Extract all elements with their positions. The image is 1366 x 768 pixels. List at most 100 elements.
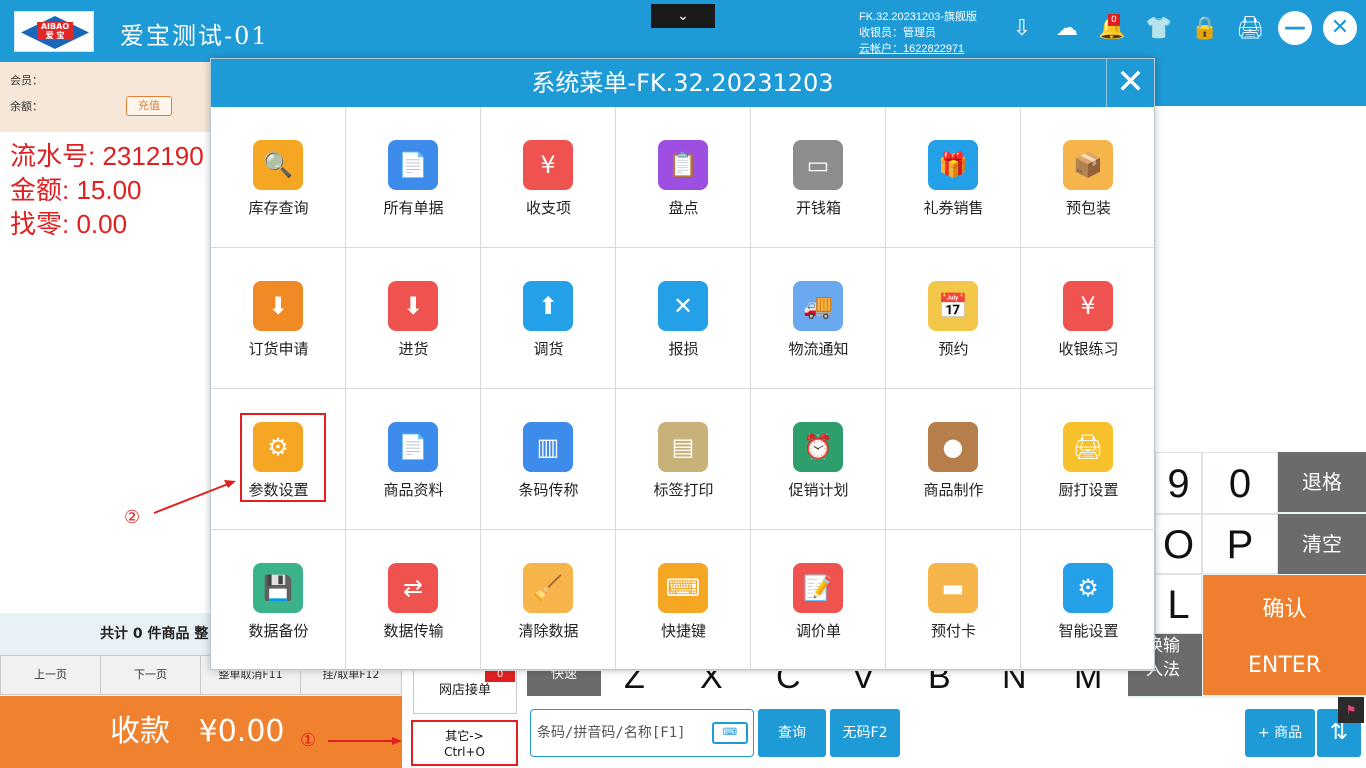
printer-icon[interactable]: 🖨 bbox=[1235, 14, 1265, 44]
backspace-key[interactable]: 退格 bbox=[1278, 452, 1366, 512]
top-bar: AIBAO 爱 宝 爱宝测试-01 ⌄ FK.32.20231203-旗舰版 收银… bbox=[0, 0, 1366, 62]
order-request-icon: ⬇ bbox=[253, 281, 303, 331]
menu-item-logistics-notice[interactable]: 🚚 物流通知 bbox=[751, 248, 886, 389]
cloud-account-link[interactable]: 云帐户：1622822971 bbox=[859, 41, 977, 57]
key-v[interactable]: V bbox=[852, 668, 875, 697]
menu-item-label: 预约 bbox=[938, 340, 969, 358]
prev-page-button[interactable]: 上一页 bbox=[0, 655, 101, 695]
item-totals: 共计 0 件商品 整 bbox=[0, 613, 210, 655]
menu-item-smart-settings[interactable]: ⚙ 智能设置 bbox=[1021, 530, 1156, 671]
key-x[interactable]: X bbox=[700, 668, 723, 697]
no-code-button[interactable]: 无码F2 bbox=[830, 709, 900, 757]
flag-icon[interactable]: ⚑ bbox=[1338, 697, 1364, 723]
data-backup-icon: 💾 bbox=[253, 563, 303, 613]
download-icon[interactable]: ⇩ bbox=[1007, 14, 1037, 44]
keyboard-icon[interactable]: ⌨ bbox=[712, 722, 748, 744]
step-2-marker: ② bbox=[124, 507, 141, 528]
checkout-button[interactable]: 收款 ¥0.00 bbox=[0, 696, 402, 768]
menu-item-inventory-query[interactable]: 🔍 库存查询 bbox=[211, 107, 346, 248]
menu-item-product-making[interactable]: ● 商品制作 bbox=[886, 389, 1021, 530]
menu-item-stocktake[interactable]: 📋 盘点 bbox=[616, 107, 751, 248]
menu-item-coupon-sales[interactable]: 🎁 礼券销售 bbox=[886, 107, 1021, 248]
confirm-enter-key[interactable]: 确认 ENTER bbox=[1203, 575, 1366, 695]
tshirt-icon[interactable]: 👕 bbox=[1144, 14, 1174, 44]
menu-item-reservation[interactable]: 📅 预约 bbox=[886, 248, 1021, 389]
logistics-notice-icon: 🚚 bbox=[793, 281, 843, 331]
change-text: 找零: 0.00 bbox=[10, 209, 128, 239]
menu-item-loss-report[interactable]: ✕ 报损 bbox=[616, 248, 751, 389]
menu-item-barcode-scale[interactable]: ▥ 条码传称 bbox=[481, 389, 616, 530]
menu-item-label: 订货申请 bbox=[248, 340, 309, 358]
menu-item-purchase[interactable]: ⬇ 进货 bbox=[346, 248, 481, 389]
cashier-practice-icon: ¥ bbox=[1063, 281, 1113, 331]
key-b[interactable]: B bbox=[928, 668, 951, 697]
menu-item-label: 报损 bbox=[668, 340, 699, 358]
key-9[interactable]: 9 bbox=[1155, 452, 1202, 514]
balance-label: 余额： bbox=[10, 100, 43, 113]
version-text: FK.32.20231203-旗舰版 bbox=[859, 11, 978, 23]
menu-item-data-backup[interactable]: 💾 数据备份 bbox=[211, 530, 346, 671]
label-print-icon: ▤ bbox=[658, 422, 708, 472]
clear-key[interactable]: 清空 bbox=[1278, 514, 1366, 574]
key-c[interactable]: C bbox=[776, 668, 801, 697]
amount-text: 金额: 15.00 bbox=[10, 175, 142, 205]
menu-item-clear-data[interactable]: 🧹 清除数据 bbox=[481, 530, 616, 671]
key-o[interactable]: O bbox=[1155, 514, 1202, 574]
notification-badge: 0 bbox=[1108, 14, 1120, 26]
inventory-query-icon: 🔍 bbox=[253, 140, 303, 190]
dialog-close-icon[interactable]: ✕ bbox=[1106, 59, 1154, 107]
menu-item-prepaid-card[interactable]: ▬ 预付卡 bbox=[886, 530, 1021, 671]
menu-item-open-cash-drawer[interactable]: ▭ 开钱箱 bbox=[751, 107, 886, 248]
other-functions-button[interactable]: 其它-> Ctrl+O bbox=[411, 720, 518, 766]
menu-item-income-expense[interactable]: ¥ 收支项 bbox=[481, 107, 616, 248]
menu-item-data-transfer[interactable]: ⇄ 数据传输 bbox=[346, 530, 481, 671]
recharge-button[interactable]: 充值 bbox=[126, 96, 172, 116]
menu-item-label: 收银练习 bbox=[1058, 340, 1119, 358]
menu-item-label: 条码传称 bbox=[518, 481, 579, 499]
system-menu-dialog: 系统菜单-FK.32.20231203 ✕ 🔍 库存查询 📄 所有单据 ¥ 收支项 📋 盘点 ▭… bbox=[210, 58, 1156, 671]
menu-item-label: 促销计划 bbox=[788, 481, 849, 499]
menu-item-label: 商品资料 bbox=[383, 481, 444, 499]
menu-item-shortcut-keys[interactable]: ⌨ 快捷键 bbox=[616, 530, 751, 671]
key-p[interactable]: P bbox=[1202, 514, 1278, 574]
menu-item-product-info[interactable]: 📄 商品资料 bbox=[346, 389, 481, 530]
menu-item-order-request[interactable]: ⬇ 订货申请 bbox=[211, 248, 346, 389]
add-product-button[interactable]: + 商品 bbox=[1245, 709, 1315, 757]
key-n[interactable]: N bbox=[1002, 668, 1027, 697]
dialog-title: 系统菜单-FK.32.20231203 bbox=[211, 59, 1154, 107]
receipt-summary: 流水号: 2312190 金额: 15.00 找零: 0.00 bbox=[0, 132, 210, 613]
right-panel bbox=[1155, 106, 1366, 452]
minimize-button[interactable]: — bbox=[1278, 11, 1312, 45]
menu-item-promotion-plan[interactable]: ⏰ 促销计划 bbox=[751, 389, 886, 530]
product-making-icon: ● bbox=[928, 422, 978, 472]
menu-item-prepackaged[interactable]: 📦 预包装 bbox=[1021, 107, 1156, 248]
checkout-amount: ¥0.00 bbox=[198, 714, 285, 749]
clear-data-icon: 🧹 bbox=[523, 563, 573, 613]
lock-icon[interactable]: 🔒 bbox=[1190, 14, 1220, 44]
loss-report-icon: ✕ bbox=[658, 281, 708, 331]
menu-item-all-documents[interactable]: 📄 所有单据 bbox=[346, 107, 481, 248]
reservation-icon: 📅 bbox=[928, 281, 978, 331]
key-z[interactable]: Z bbox=[624, 668, 645, 697]
app-title: 爱宝测试-01 bbox=[120, 22, 269, 50]
collapse-toggle-button[interactable]: ⌄ bbox=[651, 4, 715, 28]
prepackaged-icon: 📦 bbox=[1063, 140, 1113, 190]
menu-item-price-adjustment[interactable]: 📝 调价单 bbox=[751, 530, 886, 671]
menu-item-label-print[interactable]: ▤ 标签打印 bbox=[616, 389, 751, 530]
checkout-label: 收款 bbox=[110, 714, 170, 749]
key-l[interactable]: L bbox=[1155, 574, 1202, 634]
menu-item-label: 开钱箱 bbox=[795, 199, 841, 217]
next-page-button[interactable]: 下一页 bbox=[100, 655, 201, 695]
menu-item-kitchen-print-settings[interactable]: 🖨 厨打设置 bbox=[1021, 389, 1156, 530]
member-label: 会员： bbox=[10, 74, 43, 87]
menu-item-cashier-practice[interactable]: ¥ 收银练习 bbox=[1021, 248, 1156, 389]
key-0[interactable]: 0 bbox=[1202, 452, 1278, 514]
menu-item-label: 数据备份 bbox=[248, 622, 309, 640]
key-m[interactable]: M bbox=[1074, 668, 1102, 697]
query-button[interactable]: 查询 bbox=[758, 709, 826, 757]
cloud-sync-icon[interactable]: ☁ bbox=[1052, 14, 1082, 44]
close-app-button[interactable]: ✕ bbox=[1323, 11, 1357, 45]
quick-key[interactable]: 快速 bbox=[527, 668, 601, 696]
menu-item-transfer[interactable]: ⬆ 调货 bbox=[481, 248, 616, 389]
step-1-marker: ① bbox=[300, 730, 317, 751]
